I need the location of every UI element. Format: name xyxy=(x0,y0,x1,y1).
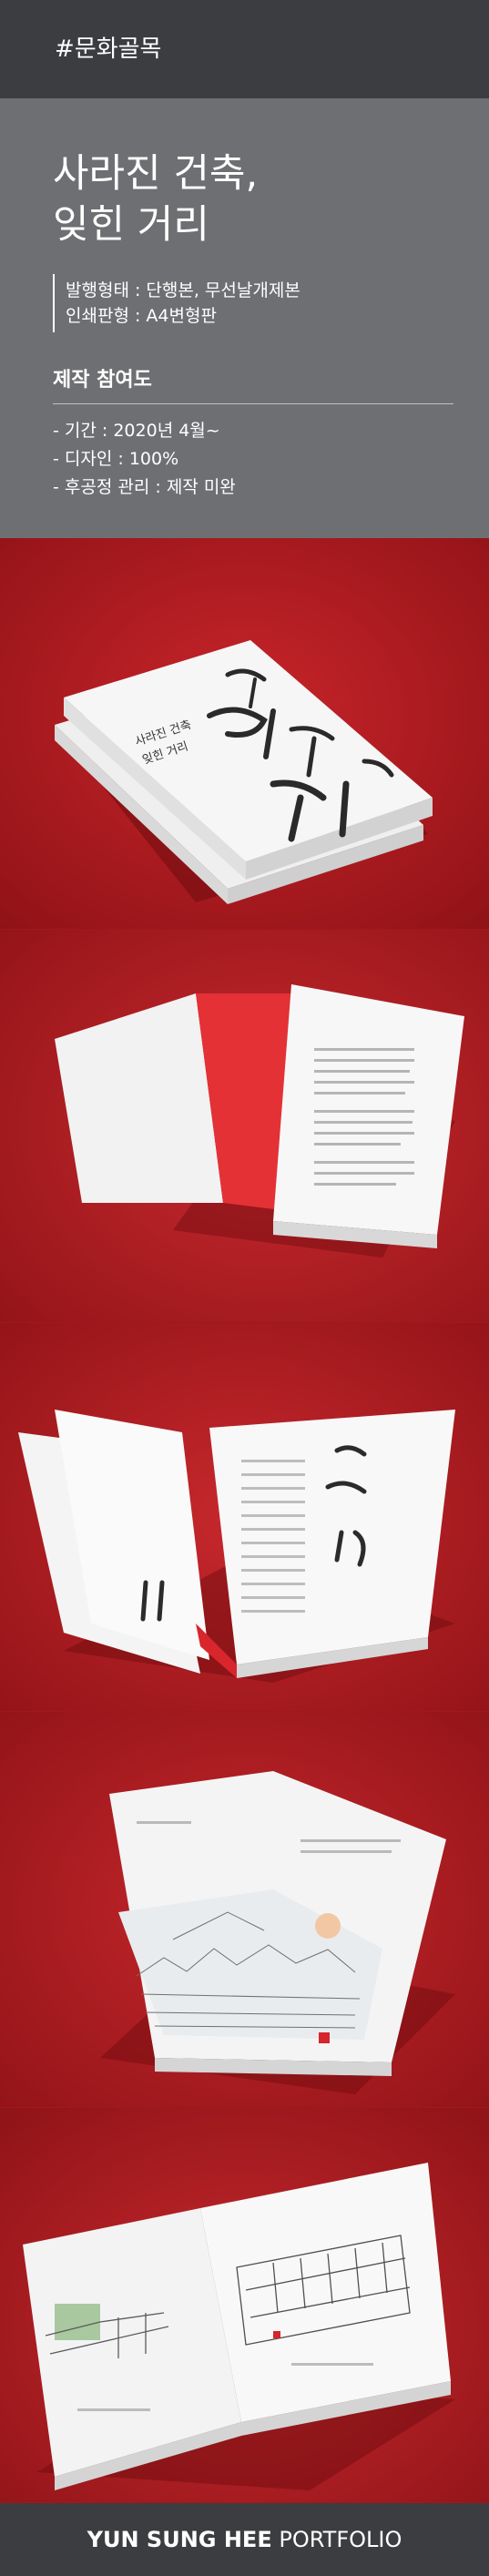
illustration-spread-image xyxy=(0,1712,489,2107)
author-name: YUN SUNG HEE xyxy=(87,2527,272,2552)
mockup-photo-cover: 사라진 건축 잊힌 거리 xyxy=(0,538,489,930)
mockup-photo-architecture xyxy=(0,2108,489,2503)
spread-intro-image xyxy=(0,930,489,1322)
cover-mockup-image: 사라진 건축 잊힌 거리 xyxy=(0,538,489,929)
spec-binding: 발행형태 : 단행본, 무선날개제본 xyxy=(66,280,301,300)
participation-design: - 디자인 : 100% xyxy=(53,449,179,469)
mockup-photo-spread-intro xyxy=(0,930,489,1323)
participation-period: - 기간 : 2020년 4월~ xyxy=(53,421,220,441)
mockup-photo-contents xyxy=(0,1323,489,1712)
section-divider xyxy=(53,403,453,404)
architecture-spread-image xyxy=(0,2108,489,2502)
book-info-panel: 사라진 건축, 잊힌 거리 발행형태 : 단행본, 무선날개제본 인쇄판형 : … xyxy=(0,98,489,538)
participation-list: - 기간 : 2020년 4월~ - 디자인 : 100% - 후공정 관리 :… xyxy=(53,417,489,502)
portfolio-footer: YUN SUNG HEE PORTFOLIO xyxy=(0,2503,489,2576)
spec-format: 인쇄판형 : A4변형판 xyxy=(66,306,217,326)
book-title-line-1: 사라진 건축, xyxy=(53,151,259,197)
category-tag: #문화골목 xyxy=(55,36,162,63)
participation-postprocess: - 후공정 관리 : 제작 미완 xyxy=(53,477,236,497)
book-specs: 발행형태 : 단행본, 무선날개제본 인쇄판형 : A4변형판 xyxy=(53,274,489,332)
portfolio-label: PORTFOLIO xyxy=(279,2527,402,2552)
mockup-photo-illustration xyxy=(0,1712,489,2108)
book-title-line-2: 잊힌 거리 xyxy=(53,202,209,248)
category-header: #문화골목 xyxy=(0,0,489,98)
book-title: 사라진 건축, 잊힌 거리 xyxy=(53,148,489,250)
participation-heading: 제작 참여도 xyxy=(53,369,152,392)
contents-spread-image xyxy=(0,1323,489,1711)
